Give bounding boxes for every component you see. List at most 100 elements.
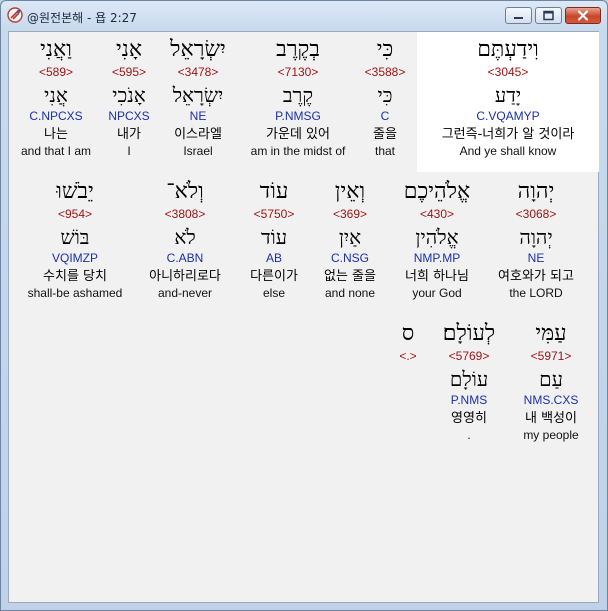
parsing-code: VQIMZP — [51, 251, 98, 265]
english-gloss: else — [262, 286, 285, 300]
korean-gloss: 가운데 있어 — [266, 127, 330, 142]
strong-number[interactable]: <3068> — [491, 206, 581, 222]
interlinear-view[interactable]: וִידַעְתֶּם <3045> יָדַע C.VQAMYP 그런즉-너희… — [8, 31, 599, 603]
english-gloss: shall-be ashamed — [27, 286, 123, 300]
word-cell[interactable]: וְלֹא־ <3808> לֹא C.ABN 아니하리로다 and-never — [137, 178, 233, 302]
lemma: כִּי — [377, 83, 393, 107]
word-cell[interactable]: וַאֲנִי <589> אֲנִי C.NPCXS 나는 and that … — [13, 36, 99, 160]
lemma: יִשְׂרָאֵל — [172, 83, 224, 107]
parsing-code: P.NMSG — [275, 109, 321, 123]
app-icon — [7, 7, 23, 23]
parsing-code: NPCXS — [108, 109, 150, 123]
lemma: אַיִן — [338, 225, 362, 249]
english-gloss: Israel — [183, 144, 213, 158]
hebrew-word: יִשְׂרָאֵל — [170, 37, 226, 62]
lemma: עַם — [539, 367, 563, 391]
english-gloss: that — [374, 144, 395, 158]
parsing-code: NE — [189, 109, 207, 123]
korean-gloss: 내가 — [117, 127, 141, 142]
hebrew-word: כִּי — [376, 37, 394, 62]
english-gloss: the LORD — [509, 286, 563, 300]
hebrew-word: לְעוֹלָם׃ — [442, 321, 496, 346]
english-gloss: and that I am — [20, 144, 92, 158]
strong-number[interactable]: <3808> — [137, 206, 233, 222]
hebrew-word: בְקֶרֶב — [276, 37, 320, 62]
korean-gloss: 줄을 — [373, 127, 397, 142]
strong-number[interactable]: <430> — [393, 206, 481, 222]
maximize-button[interactable] — [535, 7, 562, 24]
korean-gloss: 내 백성이 — [525, 411, 577, 426]
word-cell[interactable]: וִידַעְתֶּם <3045> יָדַע C.VQAMYP 그런즉-너희… — [417, 36, 599, 160]
korean-gloss: 다른이가 — [250, 269, 298, 284]
word-cell[interactable]: כִּי <3588> כִּי C 줄을 that — [351, 36, 419, 160]
hebrew-word: יֵבֹשׁוּ — [56, 179, 94, 204]
parsing-code: NMP.MP — [413, 251, 461, 265]
english-gloss: . — [467, 428, 471, 442]
hebrew-word: עוֹד — [259, 179, 289, 204]
word-cell[interactable]: ס <.> — [391, 320, 425, 364]
parsing-code: AB — [265, 251, 282, 265]
word-cell[interactable]: יֵבֹשׁוּ <954> בּוֹשׁ VQIMZP 수치를 당치 shal… — [17, 178, 133, 302]
strong-number[interactable]: <5769> — [429, 348, 509, 364]
english-gloss: and none — [324, 286, 376, 300]
english-gloss: I — [127, 144, 131, 158]
parsing-code: NMS.CXS — [523, 393, 579, 407]
lemma: אֲנִי — [44, 83, 68, 107]
lemma: עוֹד — [260, 225, 288, 249]
korean-gloss: 그런즉-너희가 알 것이라 — [441, 127, 575, 142]
strong-number[interactable]: <7130> — [239, 64, 357, 80]
strong-number[interactable]: <954> — [17, 206, 133, 222]
strong-number[interactable]: <3478> — [161, 64, 235, 80]
strong-number[interactable]: <595> — [101, 64, 157, 80]
korean-gloss: 여호와가 되고 — [498, 269, 574, 284]
lemma: יְהוָה — [519, 225, 553, 249]
word-cell[interactable]: בְקֶרֶב <7130> קֶרֶב P.NMSG 가운데 있어 am in… — [239, 36, 357, 160]
parsing-code: C.NPCXS — [29, 109, 83, 123]
app-window: @원전본해 - 욥 2:27 וִידַעְתֶּם <3045> יָדַע … — [0, 0, 608, 611]
strong-number[interactable]: <369> — [315, 206, 385, 222]
hebrew-word: וִידַעְתֶּם — [477, 37, 539, 62]
strong-number[interactable]: <5750> — [241, 206, 307, 222]
hebrew-word: ס — [401, 321, 415, 346]
word-cell[interactable]: לְעוֹלָם׃ <5769> עוֹלָם P.NMS 영영히 . — [429, 320, 509, 444]
strong-number[interactable]: <5971> — [509, 348, 593, 364]
lemma: לֹא — [174, 225, 196, 249]
parsing-code: NE — [527, 251, 545, 265]
korean-gloss: 없는 줄을 — [324, 269, 376, 284]
word-cell[interactable]: וְאֵין <369> אַיִן C.NSG 없는 줄을 and none — [315, 178, 385, 302]
strong-number[interactable]: <3588> — [351, 64, 419, 80]
parsing-code: C.ABN — [166, 251, 204, 265]
parsing-code: P.NMS — [450, 393, 488, 407]
hebrew-word: וַאֲנִי — [40, 37, 72, 62]
hebrew-word: וְאֵין — [334, 179, 366, 204]
hebrew-word: וְלֹא־ — [166, 179, 204, 204]
english-gloss: And ye shall know — [459, 144, 557, 158]
word-cell[interactable]: עוֹד <5750> עוֹד AB 다른이가 else — [241, 178, 307, 302]
word-cell[interactable]: אָנִי <595> אָנֹכִי NPCXS 내가 I — [101, 36, 157, 160]
minimize-icon — [514, 17, 523, 19]
word-cell[interactable]: יְהוָה <3068> יְהוָה NE 여호와가 되고 the LORD — [491, 178, 581, 302]
english-gloss: my people — [523, 428, 579, 442]
korean-gloss: 아니하리로다 — [149, 269, 221, 284]
word-cell[interactable]: עַמִּי <5971> עַם NMS.CXS 내 백성이 my peopl… — [509, 320, 593, 444]
hebrew-word: אֱלֹהֵיכֶם — [403, 179, 471, 204]
english-gloss: am in the midst of — [250, 144, 346, 158]
strong-number[interactable]: <589> — [13, 64, 99, 80]
english-gloss: your God — [412, 286, 462, 300]
korean-gloss: 영영히 — [451, 411, 487, 426]
word-cell[interactable]: יִשְׂרָאֵל <3478> יִשְׂרָאֵל NE 이스라엘 Isr… — [161, 36, 235, 160]
word-cell[interactable]: אֱלֹהֵיכֶם <430> אֱלֹהִין NMP.MP 너희 하나님 … — [393, 178, 481, 302]
strong-number[interactable]: <3045> — [417, 64, 599, 80]
korean-gloss: 수치를 당치 — [43, 269, 107, 284]
korean-gloss: 이스라엘 — [174, 127, 222, 142]
close-button[interactable] — [565, 7, 601, 24]
strong-number[interactable]: <.> — [391, 348, 425, 364]
minimize-button[interactable] — [505, 7, 532, 24]
title-bar[interactable]: @원전본해 - 욥 2:27 — [1, 1, 607, 31]
lemma: קֶרֶב — [282, 83, 314, 107]
korean-gloss: 너희 하나님 — [405, 269, 469, 284]
lemma: אָנֹכִי — [112, 83, 146, 107]
parsing-code: C.VQAMYP — [476, 109, 540, 123]
hebrew-word: עַמִּי — [535, 321, 567, 346]
parsing-code: C — [380, 109, 390, 123]
